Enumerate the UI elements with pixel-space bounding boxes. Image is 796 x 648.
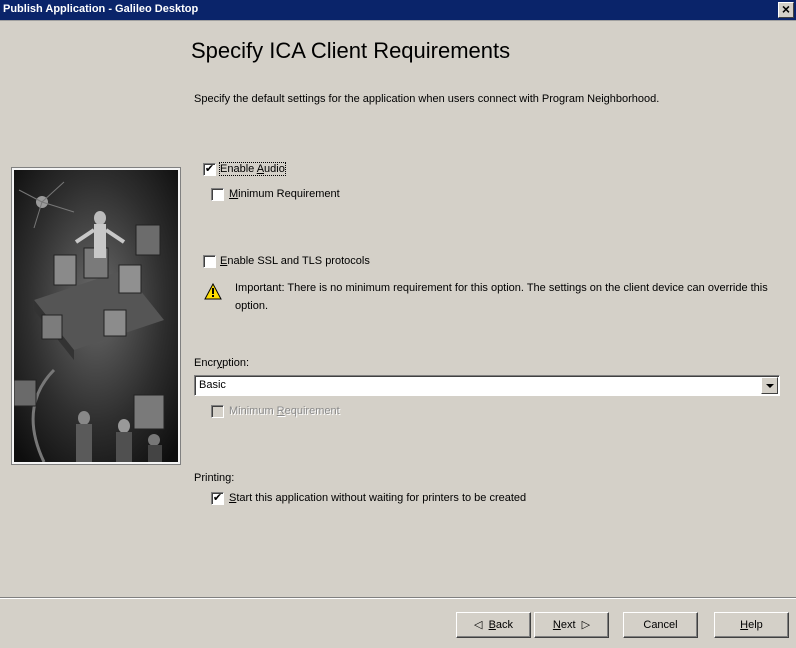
encryption-label: Encryption:: [194, 357, 250, 369]
chevron-down-icon[interactable]: [761, 377, 778, 394]
next-arrow-icon: ▷: [581, 619, 591, 631]
close-button[interactable]: ×: [778, 2, 794, 18]
page-description: Specify the default settings for the app…: [194, 93, 660, 105]
wizard-illustration: [11, 167, 181, 465]
check-mark-icon: ✔: [204, 163, 215, 175]
back-button[interactable]: ◁ Back: [456, 612, 531, 638]
window-title: Publish Application - Galileo Desktop: [3, 3, 199, 15]
ssl-warning-text: Important: There is no minimum requireme…: [235, 282, 768, 312]
close-icon: ×: [781, 1, 791, 17]
title-bar[interactable]: Publish Application - Galileo Desktop ×: [0, 0, 796, 20]
encryption-minimum-requirement-label: Minimum Requirement: [229, 405, 340, 417]
next-button[interactable]: Next ▷: [534, 612, 609, 638]
footer-separator-highlight: [0, 598, 796, 599]
enable-ssl-tls-checkbox[interactable]: [203, 255, 216, 268]
back-arrow-icon: ◁: [473, 619, 483, 631]
audio-minimum-requirement-label[interactable]: Minimum Requirement: [229, 188, 340, 200]
encryption-minimum-requirement-checkbox[interactable]: [211, 405, 224, 418]
warning-triangle-icon: [204, 283, 222, 300]
start-without-printers-checkbox[interactable]: ✔: [211, 492, 224, 505]
page-title: Specify ICA Client Requirements: [191, 38, 511, 63]
publish-application-window: Publish Application - Galileo Desktop × …: [0, 0, 796, 648]
enable-ssl-tls-label[interactable]: Enable SSL and TLS protocols: [220, 255, 370, 267]
start-without-printers-label[interactable]: Start this application without waiting f…: [229, 492, 526, 504]
encryption-selected-value: Basic: [199, 379, 226, 391]
encryption-dropdown[interactable]: Basic: [194, 375, 780, 396]
help-button[interactable]: Help: [714, 612, 789, 638]
title-divider: [0, 20, 796, 21]
enable-audio-label[interactable]: Enable Audio: [219, 162, 286, 176]
printing-label: Printing:: [194, 472, 235, 484]
wizard-illustration-art: [14, 170, 178, 462]
cancel-button[interactable]: Cancel: [623, 612, 698, 638]
enable-audio-checkbox[interactable]: ✔: [203, 163, 216, 176]
check-mark-icon: ✔: [212, 492, 223, 504]
audio-minimum-requirement-checkbox[interactable]: [211, 188, 224, 201]
